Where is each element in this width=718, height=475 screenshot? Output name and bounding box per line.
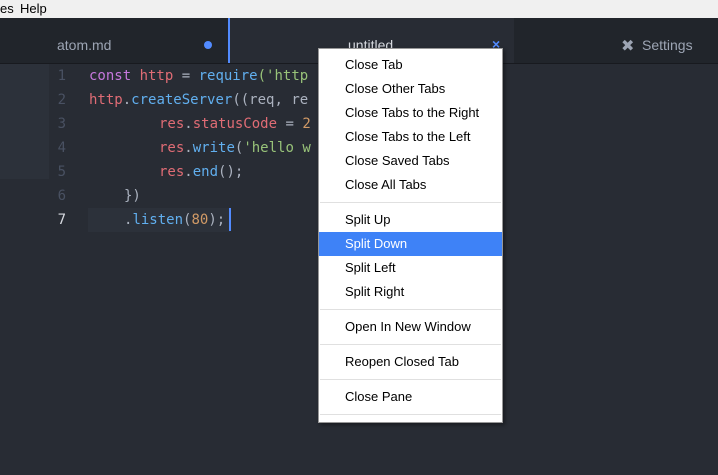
line-number: 2 (57, 92, 66, 108)
menu-item-files[interactable]: es (0, 1, 14, 16)
menu-separator (320, 202, 501, 203)
menu-bar: es Help (0, 0, 718, 18)
tab-atom-md[interactable]: atom.md (0, 18, 228, 63)
text-cursor (229, 208, 231, 231)
line-number: 1 (57, 68, 66, 84)
menu-item-close-tab[interactable]: Close Tab (319, 53, 502, 77)
menu-item-open-new-window[interactable]: Open In New Window (319, 315, 502, 339)
menu-item-split-down[interactable]: Split Down (319, 232, 502, 256)
menu-item-close-saved-tabs[interactable]: Close Saved Tabs (319, 149, 502, 173)
tab-context-menu: Close Tab Close Other Tabs Close Tabs to… (318, 48, 503, 423)
menu-separator (320, 309, 501, 310)
line-number: 5 (57, 164, 66, 180)
line-number: 3 (57, 116, 66, 132)
menu-item-close-tabs-right[interactable]: Close Tabs to the Right (319, 101, 502, 125)
tab-label: atom.md (57, 37, 112, 53)
line-number: 6 (57, 188, 66, 204)
menu-item-split-right[interactable]: Split Right (319, 280, 502, 304)
tab-settings[interactable]: ✖ Settings (598, 18, 718, 63)
menu-item-close-pane[interactable]: Close Pane (319, 385, 502, 409)
current-line: .listen(80); (88, 208, 230, 232)
menu-item-split-up[interactable]: Split Up (319, 208, 502, 232)
tab-label: Settings (642, 37, 693, 53)
menu-item-reopen-closed-tab[interactable]: Reopen Closed Tab (319, 350, 502, 374)
menu-item-help[interactable]: Help (20, 1, 47, 16)
tools-icon: ✖ (621, 38, 635, 55)
menu-item-close-other-tabs[interactable]: Close Other Tabs (319, 77, 502, 101)
modified-indicator-icon (204, 41, 212, 49)
line-number: 4 (57, 140, 66, 156)
menu-separator (320, 379, 501, 380)
menu-item-close-all-tabs[interactable]: Close All Tabs (319, 173, 502, 197)
menu-separator (320, 414, 501, 415)
menu-separator (320, 344, 501, 345)
menu-item-close-tabs-left[interactable]: Close Tabs to the Left (319, 125, 502, 149)
menu-item-split-left[interactable]: Split Left (319, 256, 502, 280)
line-number: 7 (57, 212, 66, 228)
